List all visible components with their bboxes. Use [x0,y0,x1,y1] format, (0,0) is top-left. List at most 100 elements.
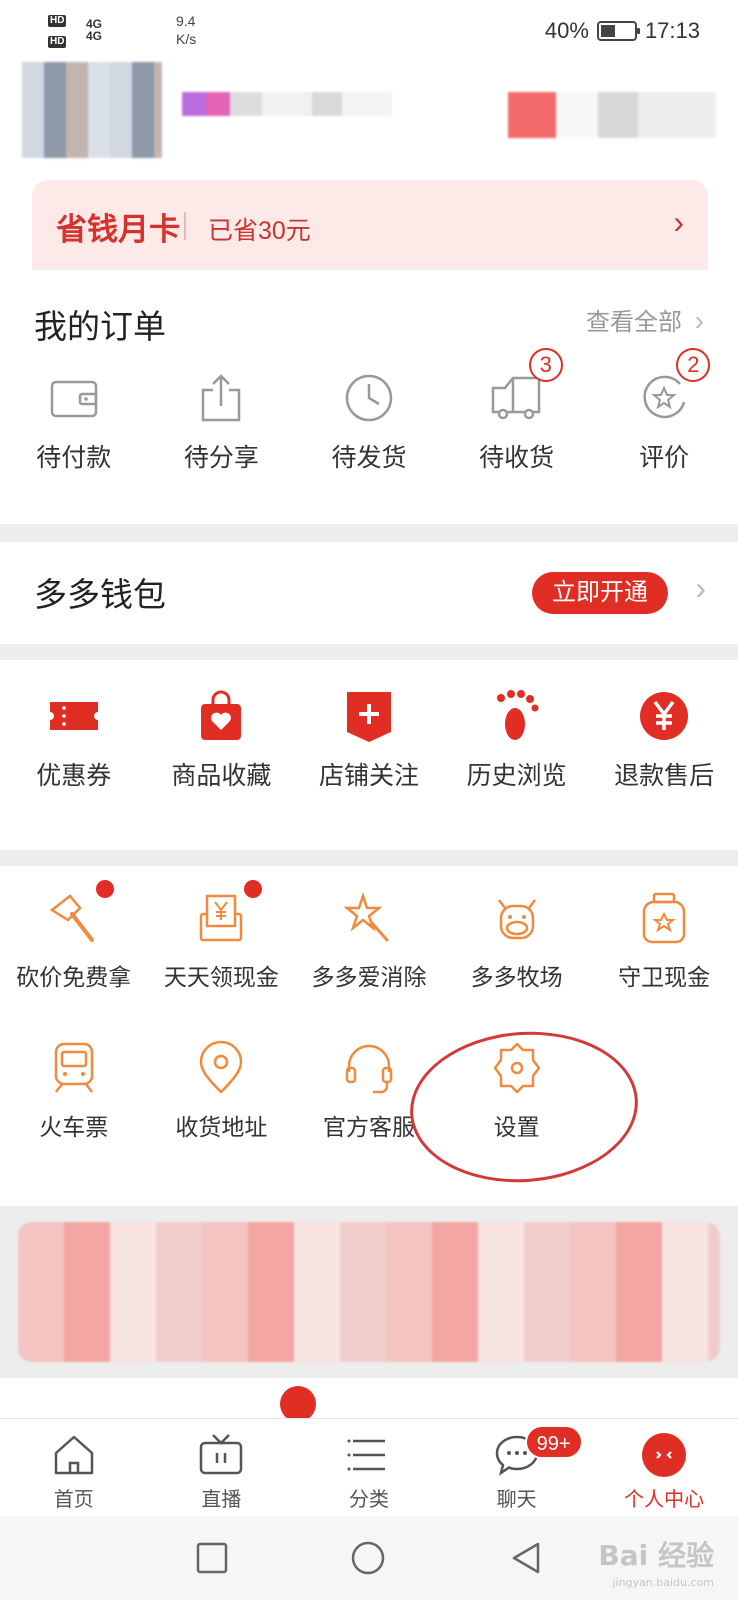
service-label: 收货地址 [175,1114,268,1140]
cash-envelope-icon [200,894,243,942]
tv-icon [200,1434,243,1475]
hd-icon: HD [48,15,67,27]
order-pending-shipment[interactable]: 待发货 [295,370,443,474]
new-dot [96,880,114,898]
avatar[interactable] [22,62,162,158]
tab-label: 首页 [53,1489,94,1511]
orders-title: 我的订单 [34,308,166,345]
home-circle-icon[interactable] [346,1536,390,1580]
open-wallet-button[interactable]: 立即开通 [532,572,668,614]
service-label: 多多爱消除 [311,964,427,990]
train-icon [54,1042,94,1093]
money-card-title: 省钱月卡 [56,212,180,247]
status-right: 40% 17:13 [545,18,700,44]
tab-label: 个人中心 [624,1489,705,1511]
chevron-right-icon: › [694,305,704,336]
services-section: 砍价免费拿 天天领现金 多多爱消除 多多牧场 守卫现金 火车票 收货地址 官方客… [0,866,738,1206]
jar-icon [642,892,686,944]
service-train-tickets[interactable]: 火车票 [0,1040,148,1142]
order-label: 待收货 [479,444,555,472]
coupon-icon [49,702,98,730]
yen-icon [640,692,689,740]
list-icon [347,1439,385,1471]
order-label: 评价 [639,444,690,472]
order-label: 待分享 [183,444,259,472]
store-plus-icon [346,692,391,742]
service-label: 天天领现金 [163,964,279,990]
recommend-icon [280,1386,316,1422]
watermark-text: Bai 经验 [598,1539,714,1572]
order-pending-share[interactable]: 待分享 [148,370,296,474]
cow-icon [497,899,536,940]
speed-value: 9.4 [176,13,196,29]
recommendation-header [0,1378,738,1422]
service-ranch[interactable]: 多多牧场 [443,890,591,992]
see-all-label: 查看全部 [586,309,682,336]
order-label: 待付款 [36,444,112,472]
chevron-right-icon: › [695,570,706,606]
tool-followed-stores[interactable]: 店铺关注 [295,688,443,792]
back-triangle-icon[interactable] [504,1536,548,1580]
tab-category[interactable]: 分类 [295,1419,443,1516]
divider [184,212,186,240]
network-type: 4G 4G [86,17,103,43]
tool-label: 退款售后 [614,762,715,790]
tool-history[interactable]: 历史浏览 [443,688,591,792]
battery-percent: 40% [544,18,589,43]
tab-profile[interactable]: 个人中心 [590,1419,738,1516]
recent-apps-icon[interactable] [190,1536,234,1580]
tab-home[interactable]: 首页 [0,1419,148,1516]
orders-section: 我的订单 查看全部 › 待付款 待分享 待发货 3 待收货 2 评价 [0,270,738,524]
tab-label: 分类 [348,1489,389,1511]
watermark: Bai 经验 jingyan.baidu.com [598,1534,714,1589]
service-address[interactable]: 收货地址 [148,1040,296,1142]
headset-icon [345,1044,393,1094]
tool-coupons[interactable]: 优惠券 [0,688,148,792]
service-bargain[interactable]: 砍价免费拿 [0,880,148,992]
service-daily-cash[interactable]: 天天领现金 [148,880,296,992]
order-pending-receipt[interactable]: 3 待收货 [443,348,591,474]
tab-label: 直播 [201,1489,242,1511]
footprint-icon [496,690,539,740]
money-card-saved: 已省30元 [208,217,311,245]
tab-live[interactable]: 直播 [148,1419,296,1516]
system-nav-bar: Bai 经验 jingyan.baidu.com [0,1516,738,1600]
watermark-url: jingyan.baidu.com [612,1576,714,1589]
money-saving-card[interactable]: 省钱月卡 已省30元 › [32,180,708,272]
profile-extra-blurred[interactable] [508,92,716,138]
magic-wand-icon [343,892,389,942]
tab-chat[interactable]: 99+ 聊天 [443,1419,591,1516]
wallet-icon [50,380,98,418]
service-label: 火车票 [39,1114,109,1140]
wallet-section[interactable]: 多多钱包 立即开通 › [0,542,738,644]
clock-time: 17:13 [644,18,700,43]
tab-label: 聊天 [496,1489,537,1511]
new-dot [243,880,262,898]
order-pending-payment[interactable]: 待付款 [0,370,148,474]
service-match-game[interactable]: 多多爱消除 [295,890,443,992]
heart-bag-icon [201,690,242,740]
unread-badge: 99+ [524,1425,583,1459]
location-icon [200,1040,243,1094]
service-label: 守卫现金 [618,964,711,990]
home-icon [54,1435,94,1475]
order-count-badge: 3 [528,348,563,382]
profile-header: 省钱月卡 已省30元 › [0,62,738,272]
tool-label: 历史浏览 [466,762,567,790]
see-all-orders-link[interactable]: 查看全部 › [586,302,704,337]
tool-favorites[interactable]: 商品收藏 [148,688,296,792]
order-review[interactable]: 2 评价 [590,348,738,474]
signal-indicators: HD HD 4G 4G [48,12,102,54]
service-guard-cash[interactable]: 守卫现金 [590,890,738,992]
battery-icon [596,21,640,41]
share-icon [202,374,241,422]
tool-refunds[interactable]: 退款售后 [590,688,738,792]
review-count-badge: 2 [676,348,711,382]
axe-icon [49,894,94,942]
bottom-tab-bar: 首页 直播 分类 99+ 聊天 个人中心 [0,1418,738,1516]
clock-icon [345,374,393,422]
network-speed: 9.4 K/s [176,12,196,48]
promo-banner-blurred[interactable] [18,1222,720,1362]
chevron-right-icon: › [673,204,684,240]
order-label: 待发货 [331,444,407,472]
